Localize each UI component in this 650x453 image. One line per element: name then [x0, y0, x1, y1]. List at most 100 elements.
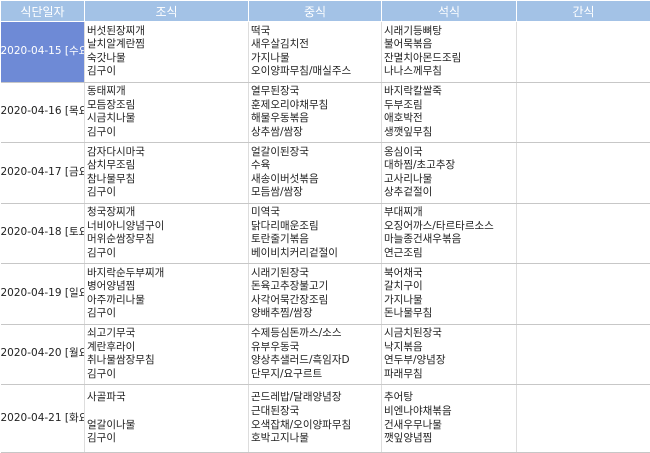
meal-item: 북어채국: [384, 267, 516, 281]
meal-item: 애호박전: [384, 112, 516, 126]
table-body: 2020-04-15 [수요일]버섯된장찌개날치알계란찜숙갓나물김구이떡국새우살…: [1, 22, 650, 453]
meal-item: 갈치구이: [384, 280, 516, 294]
table-row[interactable]: 2020-04-17 [금요일]감자다시마국삼치무조림참나물무침김구이얼갈이된장…: [1, 143, 650, 204]
meal-menu-table: 식단일자 조식 중식 석식 간식 2020-04-15 [수요일]버섯된장찌개날…: [0, 0, 650, 453]
meal-item: 시래기된장국: [251, 267, 381, 281]
meal-item: 바지락칼쌀죽: [384, 85, 516, 99]
date-cell[interactable]: 2020-04-16 [목요일]: [1, 82, 85, 143]
header-dinner[interactable]: 석식: [382, 1, 517, 22]
meal-item: 근대된장국: [251, 405, 381, 419]
lunch-cell: 시래기된장국돈육고추장불고기사각어묵간장조림양배추찜/쌈장: [249, 264, 382, 325]
header-snack[interactable]: 간식: [517, 1, 650, 22]
table-row[interactable]: 2020-04-16 [목요일]동태찌개모듬장조림시금치나물김구이열무된장국훈제…: [1, 82, 650, 143]
meal-item: 고사리나물: [384, 173, 516, 187]
breakfast-cell: 바지락순두부찌개병어양념찜아주까리나물김구이: [85, 264, 249, 325]
meal-item: 수육: [251, 159, 381, 173]
date-cell[interactable]: 2020-04-18 [토요일]: [1, 203, 85, 264]
meal-item: 돈나물무침: [384, 307, 516, 321]
date-cell[interactable]: 2020-04-17 [금요일]: [1, 143, 85, 204]
meal-item: 비엔나야채볶음: [384, 405, 516, 419]
meal-item: 떡국: [251, 25, 381, 39]
meal-item: 불어묵볶음: [384, 38, 516, 52]
meal-item: 김구이: [87, 368, 248, 382]
meal-item: 쇠고기무국: [87, 327, 248, 341]
meal-item: 김구이: [87, 186, 248, 200]
meal-item: 양상추샐러드/흑임자D: [251, 354, 381, 368]
header-date[interactable]: 식단일자: [1, 1, 85, 22]
header-lunch[interactable]: 중식: [249, 1, 382, 22]
breakfast-cell: 동태찌개모듬장조림시금치나물김구이: [85, 82, 249, 143]
date-cell[interactable]: 2020-04-15 [수요일]: [1, 22, 85, 83]
dinner-cell: 시금치된장국낙지볶음연두부/양념장파래무침: [382, 324, 517, 385]
table-row[interactable]: 2020-04-18 [토요일]청국장찌개너비아니양념구이머위순쌈장무침김구이미…: [1, 203, 650, 264]
meal-item: 가지나물: [251, 52, 381, 66]
meal-item: 연근조림: [384, 247, 516, 261]
breakfast-cell: 쇠고기무국계란후라이취나물쌈장무침김구이: [85, 324, 249, 385]
snack-cell: [517, 143, 650, 204]
meal-item: 취나물쌈장무침: [87, 354, 248, 368]
meal-item: 모듬쌈/쌈장: [251, 186, 381, 200]
meal-item: 감자다시마국: [87, 146, 248, 160]
meal-item: 새송이버섯볶음: [251, 173, 381, 187]
table-row[interactable]: 2020-04-20 [월요일]쇠고기무국계란후라이취나물쌈장무침김구이수제등심…: [1, 324, 650, 385]
meal-item: 새우살김치전: [251, 38, 381, 52]
meal-item: 참나물무침: [87, 173, 248, 187]
dinner-cell: 바지락칼쌀죽두부조림애호박전생깻잎무침: [382, 82, 517, 143]
meal-item: 병어양념찜: [87, 280, 248, 294]
meal-item: 머위순쌈장무침: [87, 233, 248, 247]
meal-item: 김구이: [87, 247, 248, 261]
meal-item: 얼갈이된장국: [251, 146, 381, 160]
meal-item: 김구이: [87, 432, 248, 446]
meal-item: 숙갓나물: [87, 52, 248, 66]
meal-item: 동태찌개: [87, 85, 248, 99]
meal-item: 나나스께무침: [384, 65, 516, 79]
meal-item: 김구이: [87, 126, 248, 140]
dinner-cell: 부대찌개오징어까스/타르타르소스마늘종건새우볶음연근조림: [382, 203, 517, 264]
table-row[interactable]: 2020-04-21 [화요일]사골파국얼갈이나물김구이곤드레밥/달래양념장근대…: [1, 385, 650, 453]
snack-cell: [517, 385, 650, 453]
dinner-cell: 옹심이국대하찜/초고추장고사리나물상추겉절이: [382, 143, 517, 204]
meal-item: 양배추찜/쌈장: [251, 307, 381, 321]
meal-item: 오색잡채/오이양파무침: [251, 419, 381, 433]
date-cell[interactable]: 2020-04-19 [일요일]: [1, 264, 85, 325]
meal-item: 시래기등뼈탕: [384, 25, 516, 39]
meal-item: 두부조림: [384, 99, 516, 113]
meal-item: 상추쌈/쌈장: [251, 126, 381, 140]
meal-item: 김구이: [87, 65, 248, 79]
meal-item: 열무된장국: [251, 85, 381, 99]
lunch-cell: 얼갈이된장국수육새송이버섯볶음모듬쌈/쌈장: [249, 143, 382, 204]
meal-item: 유부우동국: [251, 341, 381, 355]
meal-item: 미역국: [251, 206, 381, 220]
meal-item: 건새우무나물: [384, 419, 516, 433]
breakfast-cell: 청국장찌개너비아니양념구이머위순쌈장무침김구이: [85, 203, 249, 264]
meal-item: 시금치나물: [87, 112, 248, 126]
meal-item: [87, 405, 248, 419]
meal-item: 훈제오리야채무침: [251, 99, 381, 113]
meal-item: 사골파국: [87, 391, 248, 405]
date-cell[interactable]: 2020-04-21 [화요일]: [1, 385, 85, 453]
meal-item: 상추겉절이: [384, 186, 516, 200]
meal-item: 모듬장조림: [87, 99, 248, 113]
meal-item: 오징어까스/타르타르소스: [384, 220, 516, 234]
lunch-cell: 곤드레밥/달래양념장근대된장국오색잡채/오이양파무침호박고지나물: [249, 385, 382, 453]
meal-item: 잔멸치아몬드조림: [384, 52, 516, 66]
meal-item: 사각어묵간장조림: [251, 294, 381, 308]
table-row[interactable]: 2020-04-15 [수요일]버섯된장찌개날치알계란찜숙갓나물김구이떡국새우살…: [1, 22, 650, 83]
meal-item: 베이비치커리겉절이: [251, 247, 381, 261]
meal-item: 연두부/양념장: [384, 354, 516, 368]
table-row[interactable]: 2020-04-19 [일요일]바지락순두부찌개병어양념찜아주까리나물김구이시래…: [1, 264, 650, 325]
meal-item: 날치알계란찜: [87, 38, 248, 52]
date-cell[interactable]: 2020-04-20 [월요일]: [1, 324, 85, 385]
meal-item: 토란줄기볶음: [251, 233, 381, 247]
meal-item: 돈육고추장불고기: [251, 280, 381, 294]
header-breakfast[interactable]: 조식: [85, 1, 249, 22]
meal-item: 버섯된장찌개: [87, 25, 248, 39]
breakfast-cell: 버섯된장찌개날치알계란찜숙갓나물김구이: [85, 22, 249, 83]
meal-item: 얼갈이나물: [87, 419, 248, 433]
meal-item: 생깻잎무침: [384, 126, 516, 140]
meal-item: 단무지/요구르트: [251, 368, 381, 382]
lunch-cell: 수제등심돈까스/소스유부우동국양상추샐러드/흑임자D단무지/요구르트: [249, 324, 382, 385]
breakfast-cell: 사골파국얼갈이나물김구이: [85, 385, 249, 453]
meal-item: 호박고지나물: [251, 432, 381, 446]
lunch-cell: 떡국새우살김치전가지나물오이양파무침/매실주스: [249, 22, 382, 83]
